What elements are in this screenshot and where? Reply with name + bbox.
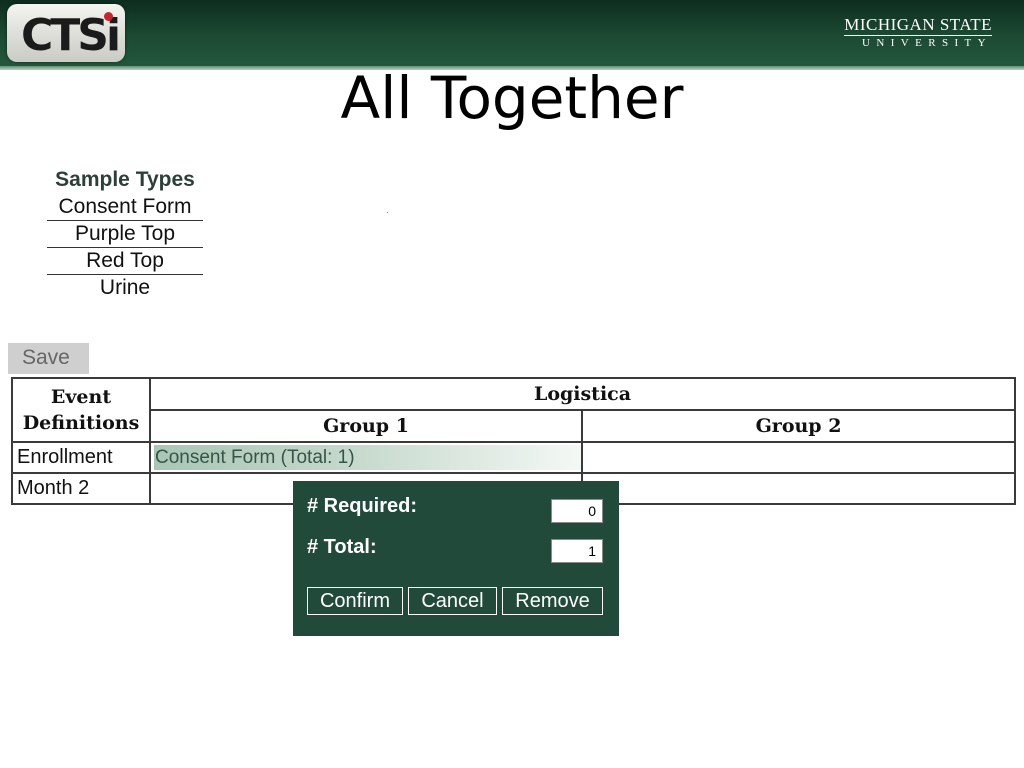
group-header-1: Group 1 xyxy=(149,409,583,443)
required-label: # Required: xyxy=(307,495,418,517)
logistica-header: Logistica xyxy=(148,377,1017,411)
consent-form-chip[interactable]: Consent Form (Total: 1) xyxy=(154,445,581,470)
event-definitions-header: Event Definitions xyxy=(11,377,151,443)
stray-dot xyxy=(387,212,388,213)
event-label: Month 2 xyxy=(11,472,151,505)
group-header-2: Group 2 xyxy=(580,409,1017,443)
table-row: Enrollment Consent Form (Total: 1) xyxy=(11,441,1017,474)
university-logo-name: MICHIGAN STATE xyxy=(844,15,992,36)
group2-cell[interactable] xyxy=(580,472,1017,505)
sample-types-list: Sample Types Consent Form Purple Top Red… xyxy=(47,168,203,301)
sample-type-item[interactable]: Consent Form xyxy=(47,194,203,221)
university-logo-sub: UNIVERSITY xyxy=(862,37,992,49)
confirm-button[interactable]: Confirm xyxy=(307,587,403,615)
total-input[interactable] xyxy=(551,539,603,563)
group1-cell[interactable]: Consent Form (Total: 1) xyxy=(149,441,583,474)
sample-type-item[interactable]: Urine xyxy=(47,275,203,301)
total-label: # Total: xyxy=(307,536,377,558)
event-label: Enrollment xyxy=(11,441,151,474)
slide: CTSi MICHIGAN STATE UNIVERSITY All Toget… xyxy=(0,0,1024,768)
sample-type-item[interactable]: Purple Top xyxy=(47,221,203,248)
sample-types-header: Sample Types xyxy=(55,168,195,191)
group2-cell[interactable] xyxy=(580,441,1017,474)
page-title: All Together xyxy=(340,64,684,132)
ctsi-logo: CTSi xyxy=(7,4,125,62)
sample-type-item[interactable]: Red Top xyxy=(47,248,203,275)
required-input[interactable] xyxy=(551,499,603,523)
remove-button[interactable]: Remove xyxy=(502,587,603,615)
save-button[interactable]: Save xyxy=(8,343,89,374)
sample-count-popup: # Required: # Total: Confirm Cancel Remo… xyxy=(293,481,619,636)
logo-dot-icon xyxy=(104,12,113,21)
cancel-button[interactable]: Cancel xyxy=(408,587,497,615)
